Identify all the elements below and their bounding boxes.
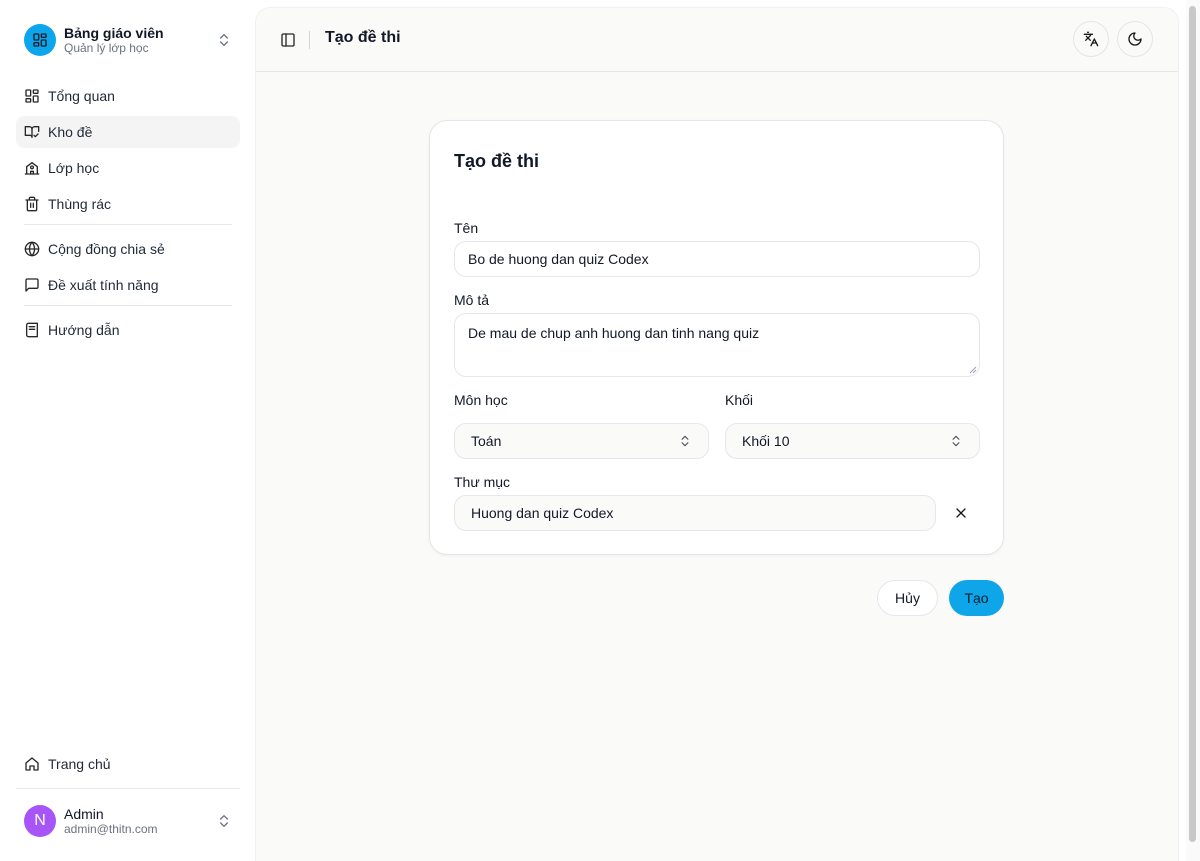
- sidebar-toggle-button[interactable]: [276, 28, 300, 52]
- subject-select-value: Toán: [471, 433, 502, 449]
- book-check-icon: [24, 126, 40, 138]
- divider: [24, 305, 232, 306]
- layout-dashboard-icon: [24, 24, 56, 56]
- chevrons-up-down-icon: [220, 815, 228, 827]
- home-icon: [25, 757, 39, 771]
- sidebar-item-trash[interactable]: Thùng rác: [16, 188, 240, 220]
- brand-subtitle: Quản lý lớp học: [64, 40, 149, 55]
- page-title: Tạo đề thi: [325, 29, 401, 46]
- scrollbar-thumb[interactable]: [1189, 6, 1196, 842]
- name-input-value: Bo de huong dan quiz Codex: [468, 251, 649, 267]
- close-icon: [956, 508, 966, 518]
- avatar: N: [24, 805, 56, 837]
- chevrons-up-down-icon: [952, 435, 960, 447]
- sidebar-nav: Tổng quan Kho đề Lớp học Thùng rác Cộng …: [16, 80, 240, 350]
- description-value: De mau de chup anh huong dan tinh nang q…: [468, 325, 760, 341]
- user-menu[interactable]: N Admin admin@thitn.com: [16, 797, 240, 845]
- sidebar-item-label: Trang chủ: [48, 756, 111, 772]
- moon-icon: [1128, 32, 1142, 46]
- resize-handle-icon[interactable]: [969, 366, 977, 374]
- divider: [24, 224, 232, 225]
- sidebar-item-label: Lớp học: [48, 160, 100, 176]
- message-square-icon: [25, 278, 39, 292]
- sidebar-item-feature-request[interactable]: Đề xuất tính năng: [16, 269, 240, 301]
- description-textarea[interactable]: De mau de chup anh huong dan tinh nang q…: [454, 313, 980, 377]
- subject-label: Môn học: [454, 392, 508, 408]
- topbar: Tạo đề thi: [256, 8, 1178, 72]
- sidebar-item-community[interactable]: Cộng đồng chia sẻ: [16, 233, 240, 265]
- sidebar-item-home[interactable]: Trang chủ: [16, 748, 240, 780]
- grade-label: Khối: [725, 392, 754, 408]
- divider: [16, 788, 240, 789]
- card-title: Tạo đề thi: [454, 151, 539, 171]
- sidebar-item-label: Cộng đồng chia sẻ: [48, 241, 165, 257]
- sidebar-item-label: Hướng dẫn: [48, 322, 120, 338]
- user-email: admin@thitn.com: [64, 821, 158, 836]
- create-exam-card: Tạo đề thi Tên Bo de huong dan quiz Code…: [429, 120, 1004, 555]
- chevrons-up-down-icon: [220, 34, 228, 46]
- folder-select-value: Huong dan quiz Codex: [471, 505, 614, 521]
- school-icon: [24, 162, 40, 175]
- sidebar-item-label: Thùng rác: [48, 196, 112, 212]
- sidebar-item-label: Đề xuất tính năng: [48, 277, 159, 293]
- cancel-button[interactable]: Hủy: [877, 580, 938, 616]
- panel-left-icon: [281, 33, 295, 47]
- clear-folder-button[interactable]: [949, 501, 973, 525]
- chevrons-up-down-icon: [681, 435, 689, 447]
- divider: [309, 31, 310, 49]
- sidebar-item-label: Kho đề: [48, 124, 93, 140]
- languages-icon: [1083, 31, 1099, 47]
- sidebar: Bảng giáo viên Quản lý lớp học Tổng quan…: [0, 0, 248, 861]
- brand-switcher[interactable]: Bảng giáo viên Quản lý lớp học: [16, 16, 240, 64]
- folder-label: Thư mục: [454, 474, 511, 490]
- grade-select-value: Khối 10: [742, 433, 790, 449]
- folder-select[interactable]: Huong dan quiz Codex: [454, 495, 936, 531]
- trash-icon: [25, 196, 39, 212]
- sidebar-item-guide[interactable]: Hướng dẫn: [16, 314, 240, 346]
- grade-select[interactable]: Khối 10: [725, 423, 980, 459]
- sidebar-item-exam-bank[interactable]: Kho đề: [16, 116, 240, 148]
- globe-icon: [24, 241, 40, 257]
- name-label: Tên: [454, 220, 479, 236]
- language-button[interactable]: [1073, 21, 1109, 57]
- theme-toggle-button[interactable]: [1117, 21, 1153, 57]
- sidebar-item-overview[interactable]: Tổng quan: [16, 80, 240, 112]
- create-button[interactable]: Tạo: [949, 580, 1004, 616]
- name-input[interactable]: Bo de huong dan quiz Codex: [454, 241, 980, 277]
- user-name: Admin: [64, 805, 104, 822]
- brand-title: Bảng giáo viên: [64, 24, 164, 41]
- layout-grid-icon: [25, 89, 39, 103]
- subject-select[interactable]: Toán: [454, 423, 709, 459]
- sidebar-item-label: Tổng quan: [48, 88, 115, 104]
- sidebar-item-classes[interactable]: Lớp học: [16, 152, 240, 184]
- sidebar-footer-nav: Trang chủ: [16, 748, 240, 784]
- book-icon: [26, 322, 38, 338]
- description-label: Mô tả: [454, 292, 490, 308]
